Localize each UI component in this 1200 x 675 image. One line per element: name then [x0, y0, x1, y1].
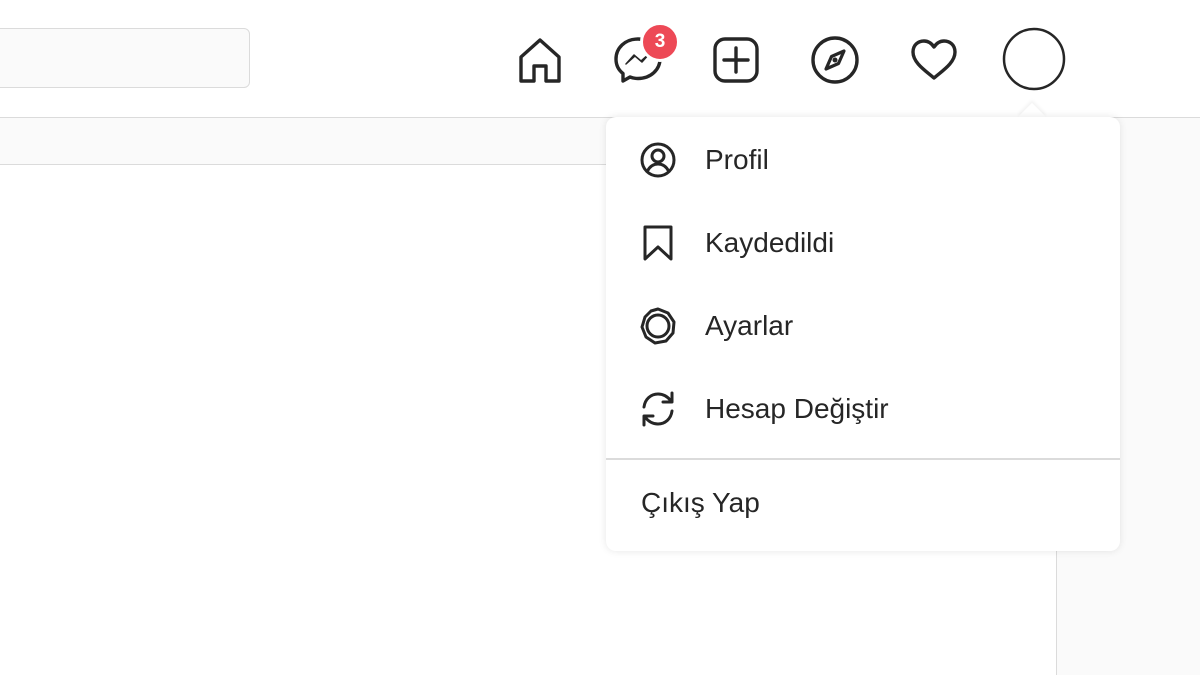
home-icon[interactable]: [510, 30, 570, 90]
profile-dropdown-menu: Profil Kaydedildi Ayarlar Hesap Değiştir…: [606, 117, 1120, 551]
menu-item-label: Ayarlar: [705, 310, 794, 341]
activity-heart-icon[interactable]: [904, 30, 964, 90]
profile-icon: [638, 140, 678, 180]
profile-avatar[interactable]: [1002, 27, 1066, 91]
menu-item-switch-account[interactable]: Hesap Değiştir: [606, 368, 1120, 450]
menu-item-label: Profil: [705, 144, 769, 175]
messages-badge: 3: [640, 22, 680, 62]
new-post-icon[interactable]: [706, 30, 766, 90]
menu-item-settings[interactable]: Ayarlar: [606, 285, 1120, 367]
menu-item-label: Kaydedildi: [705, 227, 835, 258]
top-navigation-bar: 3: [0, 0, 1200, 118]
menu-item-label: Hesap Değiştir: [705, 393, 889, 424]
menu-item-saved[interactable]: Kaydedildi: [606, 202, 1120, 284]
logout-label: Çıkış Yap: [641, 487, 760, 518]
search-input[interactable]: [0, 28, 250, 88]
explore-icon[interactable]: [805, 30, 865, 90]
bookmark-icon: [638, 223, 678, 263]
menu-item-profile[interactable]: Profil: [606, 119, 1120, 201]
logout-button[interactable]: Çıkış Yap: [606, 460, 1120, 548]
switch-account-icon: [638, 389, 678, 429]
settings-icon: [638, 306, 678, 346]
instagram-page: 3 Profil Kaydedildi Ayarlar Hesap Değişt…: [0, 0, 1200, 675]
